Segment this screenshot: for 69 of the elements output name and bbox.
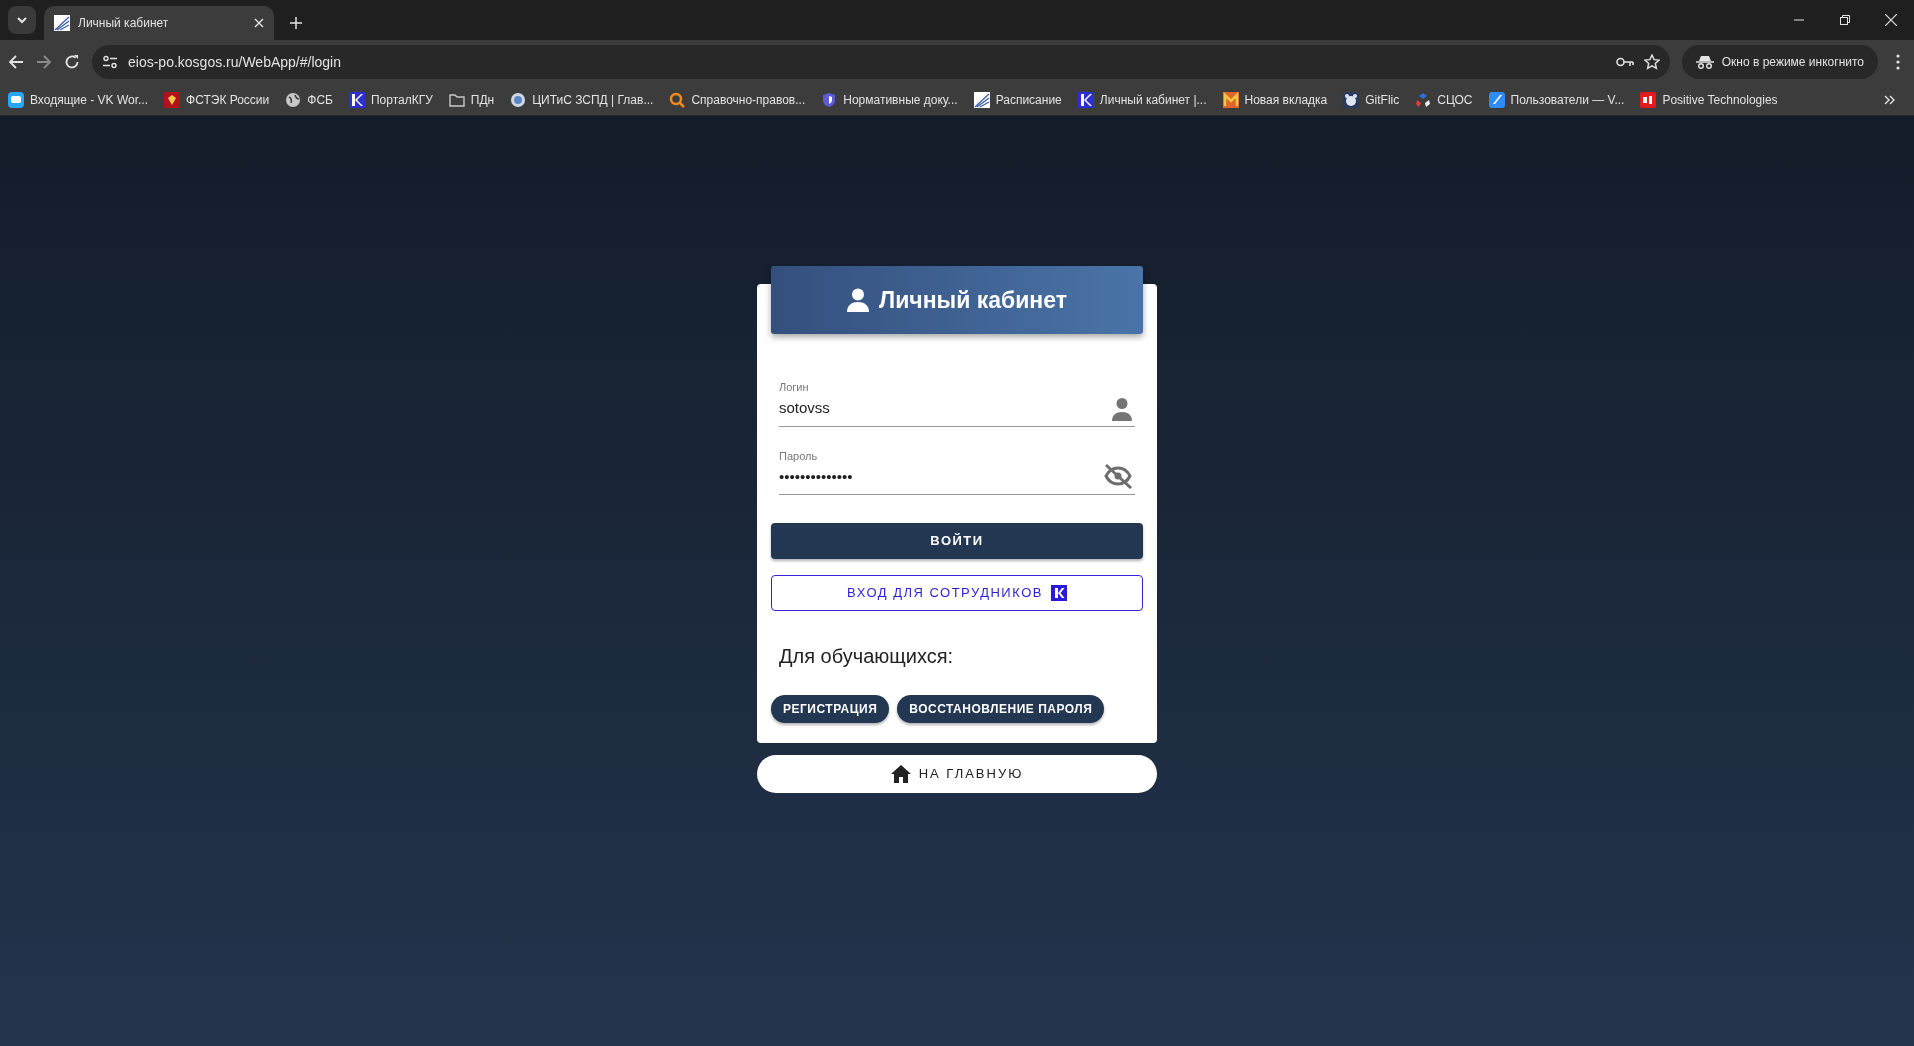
reload-button[interactable]	[64, 54, 80, 70]
plus-icon	[290, 17, 302, 29]
bookmark[interactable]: ФСБ	[285, 90, 333, 109]
bookmark[interactable]: Справочно-правов...	[669, 90, 806, 109]
bookmark[interactable]: ФСТЭК России	[164, 90, 270, 109]
more-bookmarks-button[interactable]	[1884, 94, 1896, 105]
forward-icon	[36, 54, 52, 70]
key-icon[interactable]	[1615, 56, 1634, 68]
browser-tab[interactable]: Личный кабинет	[44, 6, 274, 40]
staff-login-button[interactable]: ВХОД ДЛЯ СОТРУДНИКОВ	[771, 575, 1143, 611]
bookmark[interactable]: GitFlic	[1343, 90, 1400, 109]
login-button[interactable]: ВОЙТИ	[771, 523, 1143, 559]
bookmark[interactable]: ПорталКГУ	[348, 90, 433, 109]
chat-bubble-icon	[8, 91, 24, 108]
site-settings-icon[interactable]	[102, 55, 118, 69]
chevrons-icon	[1884, 94, 1896, 105]
eye-slash-icon[interactable]	[1103, 463, 1133, 489]
restore-icon	[1840, 15, 1850, 25]
student-button[interactable]: ВОССТАНОВЛЕНИЕ ПАРОЛЯ	[897, 695, 1105, 723]
field-label: Логин	[779, 382, 810, 393]
bookmark[interactable]: ПДн	[448, 90, 495, 109]
bookmark[interactable]: ЦИТиС ЗСПД | Глав...	[510, 90, 654, 109]
bookmark[interactable]: Входящие - VK Wor...	[8, 90, 149, 109]
star-icon[interactable]	[1643, 54, 1660, 70]
url-text: eios-po.kosgos.ru/WebApp/#/login	[128, 52, 342, 72]
forward-button[interactable]	[36, 54, 52, 70]
field-label: Пароль	[779, 450, 819, 462]
person-icon	[1111, 396, 1133, 421]
close-icon[interactable]	[254, 18, 264, 28]
circle-logo-icon	[510, 91, 527, 108]
folder-icon	[448, 91, 465, 108]
bookmark[interactable]: Личный кабинет |...	[1077, 90, 1207, 109]
magnifier-icon	[669, 91, 686, 108]
globe-icon	[285, 91, 302, 108]
close-icon	[1885, 14, 1897, 26]
bookmark[interactable]: Positive Technologies	[1640, 90, 1778, 109]
bookmark[interactable]: СЦОС	[1415, 90, 1473, 109]
tab-list-button[interactable]	[8, 6, 36, 34]
bear-icon	[1343, 91, 1360, 108]
bookmark[interactable]: Нормативные доку...	[821, 90, 958, 109]
menu-icon	[1896, 54, 1900, 70]
logo-icon	[1222, 91, 1239, 108]
section-heading: Для обучающихся:	[779, 644, 955, 669]
input-field[interactable]: ••••••••••••••	[779, 461, 1135, 495]
logo-icon	[1488, 91, 1505, 108]
shield-icon	[821, 91, 838, 108]
cubes-icon	[1415, 91, 1432, 108]
chart-favicon-icon	[973, 91, 990, 108]
bookmark[interactable]: Новая вкладка	[1222, 90, 1328, 109]
logo-icon	[1077, 91, 1094, 108]
student-button[interactable]: РЕГИСТРАЦИЯ	[771, 695, 890, 723]
emblem-icon	[164, 91, 181, 108]
address-bar[interactable]: eios-po.kosgos.ru/WebApp/#/login	[92, 45, 1670, 79]
chart-favicon-icon	[54, 15, 70, 31]
home-icon	[890, 765, 911, 783]
bookmark[interactable]: Расписание	[973, 90, 1062, 109]
reload-icon	[64, 54, 80, 70]
home-button[interactable]: НА ГЛАВНУЮ	[757, 755, 1157, 793]
logo-icon	[1640, 91, 1657, 108]
incognito-icon	[1695, 55, 1714, 69]
back-icon	[8, 54, 24, 70]
logo-icon	[1050, 585, 1067, 601]
logo-icon	[348, 91, 365, 108]
card-title: Личный кабинет	[879, 285, 1067, 315]
back-button[interactable]	[8, 54, 24, 70]
bookmark[interactable]: Пользователи — V...	[1488, 90, 1625, 109]
caret-icon	[16, 14, 28, 26]
incognito-button[interactable]: Окно в режиме инкогнито	[1681, 45, 1878, 79]
person-icon	[847, 288, 869, 312]
